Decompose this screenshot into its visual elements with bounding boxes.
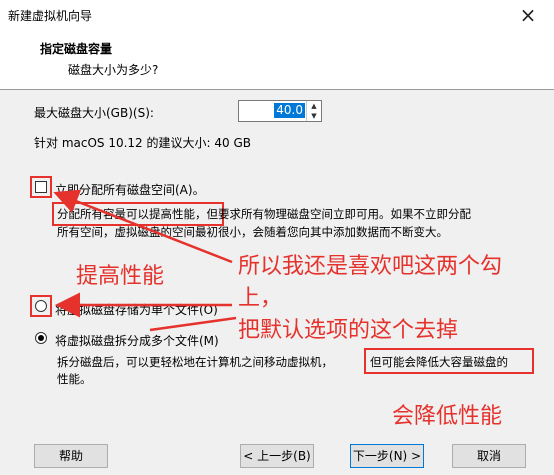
arrow-to-default [149, 316, 237, 332]
next-button[interactable]: 下一步(N) > [350, 444, 424, 468]
wizard-footer: 帮助 < 上一步(B) 下一步(N) > 取消 [0, 435, 554, 475]
back-button[interactable]: < 上一步(B) [240, 444, 314, 468]
cancel-button[interactable]: 取消 [452, 444, 526, 468]
wizard-header: 指定磁盘容量 磁盘大小为多少? [0, 32, 554, 90]
wizard-content: 最大磁盘大小(GB)(S): 40.0 ▲ ▼ 针对 macOS 10.12 的… [0, 90, 554, 435]
annotation-improve-perf: 提高性能 [76, 264, 165, 289]
annotation-main-line1: 所以我还是喜欢吧这两个勾 [238, 254, 503, 279]
page-subtitle: 磁盘大小为多少? [68, 63, 159, 77]
annotation-reduce-perf: 会降低性能 [392, 404, 503, 429]
window-title: 新建虚拟机向导 [8, 9, 93, 23]
annotation-main-line2: 上， [238, 286, 283, 311]
title-bar: 新建虚拟机向导 × [0, 0, 554, 32]
close-icon[interactable]: × [516, 4, 540, 28]
arrow-to-checkbox [53, 189, 233, 264]
help-button[interactable]: 帮助 [34, 444, 108, 468]
page-title: 指定磁盘容量 [40, 42, 113, 56]
annotation-main-line3: 把默认选项的这个去掉 [238, 318, 459, 343]
